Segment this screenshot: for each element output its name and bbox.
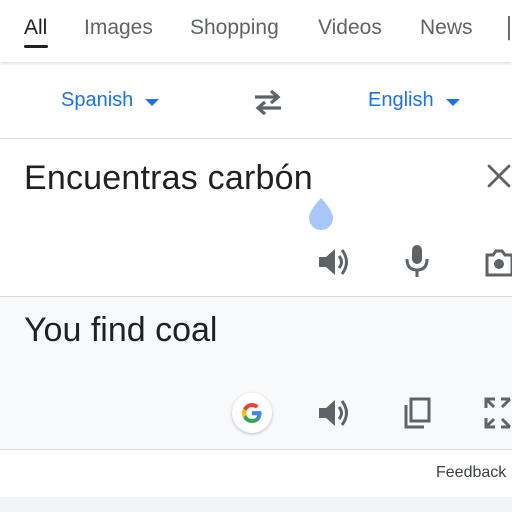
tab-all[interactable]: All (24, 16, 47, 40)
translation-text: You find coal (24, 311, 218, 349)
source-panel: Encuentras carbón (0, 139, 512, 297)
active-tab-indicator (24, 45, 48, 48)
tab-more-partial[interactable]: ▏ (508, 16, 512, 41)
fullscreen-icon[interactable] (484, 397, 512, 429)
search-tabs: All Images Shopping Videos News ▏ (0, 0, 512, 62)
bottom-divider (0, 497, 512, 512)
source-language-selector[interactable]: Spanish (61, 89, 160, 112)
chevron-down-icon (445, 98, 460, 106)
tab-images[interactable]: Images (84, 16, 153, 40)
microphone-icon[interactable] (404, 243, 430, 279)
swap-languages-icon[interactable] (251, 88, 285, 116)
camera-icon[interactable] (484, 247, 512, 277)
target-language-selector[interactable]: English (368, 89, 460, 112)
google-icon (242, 403, 262, 423)
translation-panel: You find coal (0, 297, 512, 450)
tab-videos[interactable]: Videos (318, 16, 382, 40)
tab-shopping[interactable]: Shopping (190, 16, 279, 40)
clear-icon[interactable] (484, 161, 512, 191)
target-language-label: English (368, 89, 434, 111)
chevron-down-icon (145, 98, 160, 106)
feedback-link[interactable]: Feedback (436, 464, 506, 482)
text-cursor-handle-icon[interactable] (305, 196, 337, 232)
tab-news[interactable]: News (420, 16, 473, 40)
speaker-icon[interactable] (316, 397, 352, 429)
source-language-label: Spanish (61, 89, 134, 111)
speaker-icon[interactable] (316, 246, 352, 278)
source-text-input[interactable]: Encuentras carbón (24, 159, 313, 198)
language-bar: Spanish English (0, 62, 512, 139)
google-search-button[interactable] (232, 393, 272, 433)
copy-icon[interactable] (402, 396, 432, 430)
